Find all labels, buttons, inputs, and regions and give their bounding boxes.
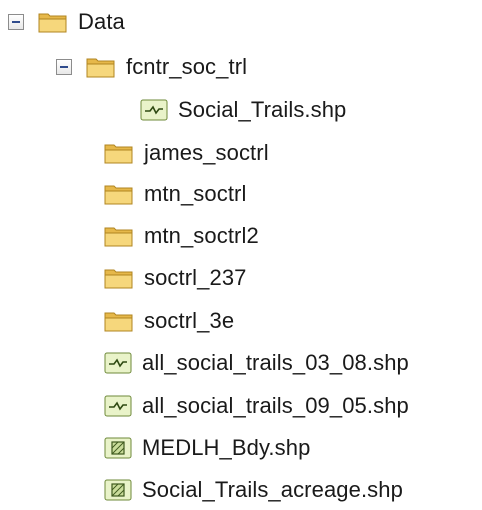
tree-node-soctrl-3e[interactable]: soctrl_3e [104, 303, 234, 339]
tree-node-fcntr-soc-trl[interactable]: fcntr_soc_trl [56, 49, 247, 85]
folder-icon [104, 224, 134, 248]
polygon-shapefile-icon [104, 478, 132, 502]
tree-node-label: Social_Trails.shp [178, 97, 347, 122]
tree-node-label: MEDLH_Bdy.shp [142, 435, 311, 460]
folder-icon [104, 266, 134, 290]
tree-node-label: Data [78, 9, 125, 34]
tree-node-label: james_soctrl [144, 140, 269, 165]
tree-node-label: soctrl_237 [144, 265, 247, 290]
tree-node-soctrl-237[interactable]: soctrl_237 [104, 260, 247, 296]
collapse-toggle-data[interactable] [8, 14, 24, 30]
line-shapefile-icon [104, 394, 132, 418]
line-shapefile-icon [140, 98, 168, 122]
catalog-tree: Data fcntr_soc_trl Social_Trails.shp jam… [0, 0, 482, 510]
tree-node-label: all_social_trails_09_05.shp [142, 393, 409, 418]
tree-node-all-social-trails-09-05[interactable]: all_social_trails_09_05.shp [104, 388, 409, 424]
tree-node-all-social-trails-03-08[interactable]: all_social_trails_03_08.shp [104, 345, 409, 381]
line-shapefile-icon [104, 351, 132, 375]
tree-node-label: Social_Trails_acreage.shp [142, 477, 403, 502]
folder-icon [104, 309, 134, 333]
folder-icon [38, 10, 68, 34]
collapse-toggle-fcntr-soc-trl[interactable] [56, 59, 72, 75]
tree-node-label: all_social_trails_03_08.shp [142, 350, 409, 375]
tree-node-james-soctrl[interactable]: james_soctrl [104, 135, 269, 171]
tree-node-social-trails-shp[interactable]: Social_Trails.shp [140, 92, 346, 128]
polygon-shapefile-icon [104, 436, 132, 460]
folder-icon [86, 55, 116, 79]
folder-icon [104, 141, 134, 165]
folder-icon [104, 182, 134, 206]
tree-node-label: fcntr_soc_trl [126, 54, 248, 79]
tree-node-label: mtn_soctrl2 [144, 223, 259, 248]
tree-node-social-trails-acreage[interactable]: Social_Trails_acreage.shp [104, 472, 403, 508]
tree-node-data[interactable]: Data [8, 4, 125, 40]
tree-node-label: mtn_soctrl [144, 181, 247, 206]
tree-node-label: soctrl_3e [144, 308, 235, 333]
tree-node-mtn-soctrl2[interactable]: mtn_soctrl2 [104, 218, 259, 254]
tree-node-mtn-soctrl[interactable]: mtn_soctrl [104, 176, 246, 212]
tree-node-medlh-bdy[interactable]: MEDLH_Bdy.shp [104, 430, 310, 466]
